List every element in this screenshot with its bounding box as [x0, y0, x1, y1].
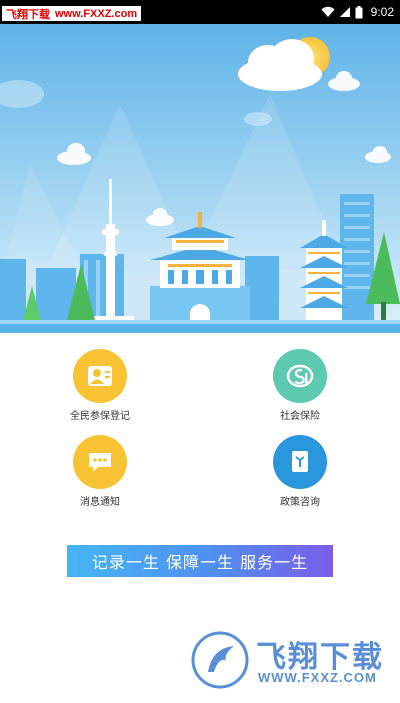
city-skyline-illustration [0, 24, 400, 333]
watermark-logo-url: WWW.FXXZ.COM [258, 670, 377, 685]
service-tile-policy-consultation[interactable]: 政策咨询 [240, 435, 360, 509]
service-label: 消息通知 [80, 497, 120, 508]
person-card-icon [73, 349, 127, 403]
watermark-logo: 飞翔下载 WWW.FXXZ.COM [190, 628, 390, 692]
service-label: 政策咨询 [280, 497, 320, 508]
service-tile-notifications[interactable]: 消息通知 [40, 435, 160, 509]
status-icons: 9:02 [321, 4, 394, 20]
service-label: 社会保险 [280, 411, 320, 422]
service-tile-social-insurance-registration[interactable]: 全民参保登记 [40, 349, 160, 423]
signal-icon [339, 7, 350, 17]
slogan-banner: 记录一生 保障一生 服务一生 [67, 545, 333, 577]
wifi-icon [321, 6, 335, 17]
chat-bubble-icon [73, 435, 127, 489]
watermark-badge: 飞翔下载 www.FXXZ.com [2, 6, 142, 21]
slogan-text: 记录一生 保障一生 服务一生 [91, 553, 309, 572]
service-tile-social-insurance[interactable]: 社会保险 [240, 349, 360, 423]
status-time: 9:02 [370, 5, 394, 19]
status-bar: 飞翔下载 www.FXXZ.com 9:02 [0, 0, 400, 24]
battery-icon [355, 5, 363, 18]
watermark-url: www.FXXZ.com [55, 7, 138, 20]
social-security-logo-icon [273, 349, 327, 403]
watermark-logo-icon [191, 631, 249, 689]
document-icon [273, 435, 327, 489]
service-label: 全民参保登记 [70, 411, 130, 422]
hero-banner [0, 24, 400, 333]
watermark-name: 飞翔下载 [6, 7, 50, 21]
